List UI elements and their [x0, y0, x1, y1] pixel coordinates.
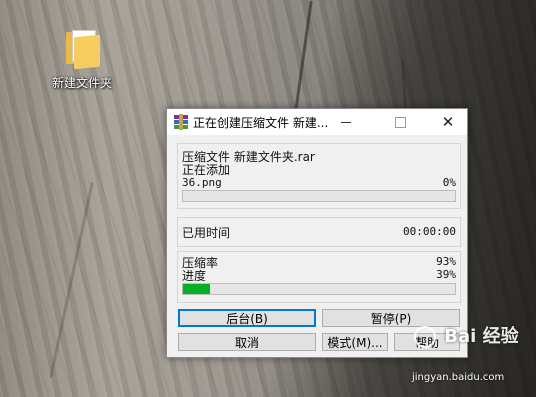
overall-progress-bar: [182, 283, 456, 295]
progress-value: 39%: [436, 268, 456, 281]
elapsed-label: 已用时间: [182, 226, 231, 240]
winrar-icon: [173, 114, 189, 130]
current-file: 36.png: [182, 176, 222, 189]
close-icon: ✕: [441, 112, 455, 131]
desktop-folder[interactable]: 新建文件夹: [46, 26, 118, 96]
file-percent: 0%: [442, 176, 456, 189]
title-bar[interactable]: 正在创建压缩文件 新建... ✕: [167, 109, 467, 135]
compression-progress-window: 正在创建压缩文件 新建... ✕ 压缩文件 新建文件夹.rar 正在添加 36.…: [166, 108, 468, 358]
maximize-button[interactable]: [383, 109, 417, 135]
minimize-icon: [341, 121, 351, 123]
background-button[interactable]: 后台(B): [178, 309, 316, 327]
mode-button[interactable]: 模式(M)...: [322, 333, 388, 351]
close-button[interactable]: ✕: [431, 109, 465, 135]
baidu-paw-icon: [414, 326, 436, 348]
overall-progress-group: 压缩率 93% 进度 39%: [177, 251, 461, 303]
progress-label: 进度: [182, 269, 207, 283]
desktop-folder-label: 新建文件夹: [51, 76, 112, 90]
cancel-button[interactable]: 取消: [178, 333, 316, 351]
folder-icon: [62, 26, 102, 70]
file-progress-bar: [182, 190, 456, 202]
file-progress-group: 压缩文件 新建文件夹.rar 正在添加 36.png 0%: [177, 143, 461, 209]
watermark-brand: Bai 经验: [444, 326, 519, 347]
elapsed-group: 已用时间 00:00:00: [177, 217, 461, 247]
minimize-button[interactable]: [329, 109, 363, 135]
overall-progress-fill: [183, 284, 211, 294]
maximize-icon: [394, 116, 406, 128]
watermark-url: jingyan.baidu.com: [412, 372, 505, 383]
elapsed-value: 00:00:00: [403, 225, 456, 238]
ratio-value: 93%: [436, 255, 456, 268]
window-title: 正在创建压缩文件 新建...: [193, 116, 329, 130]
